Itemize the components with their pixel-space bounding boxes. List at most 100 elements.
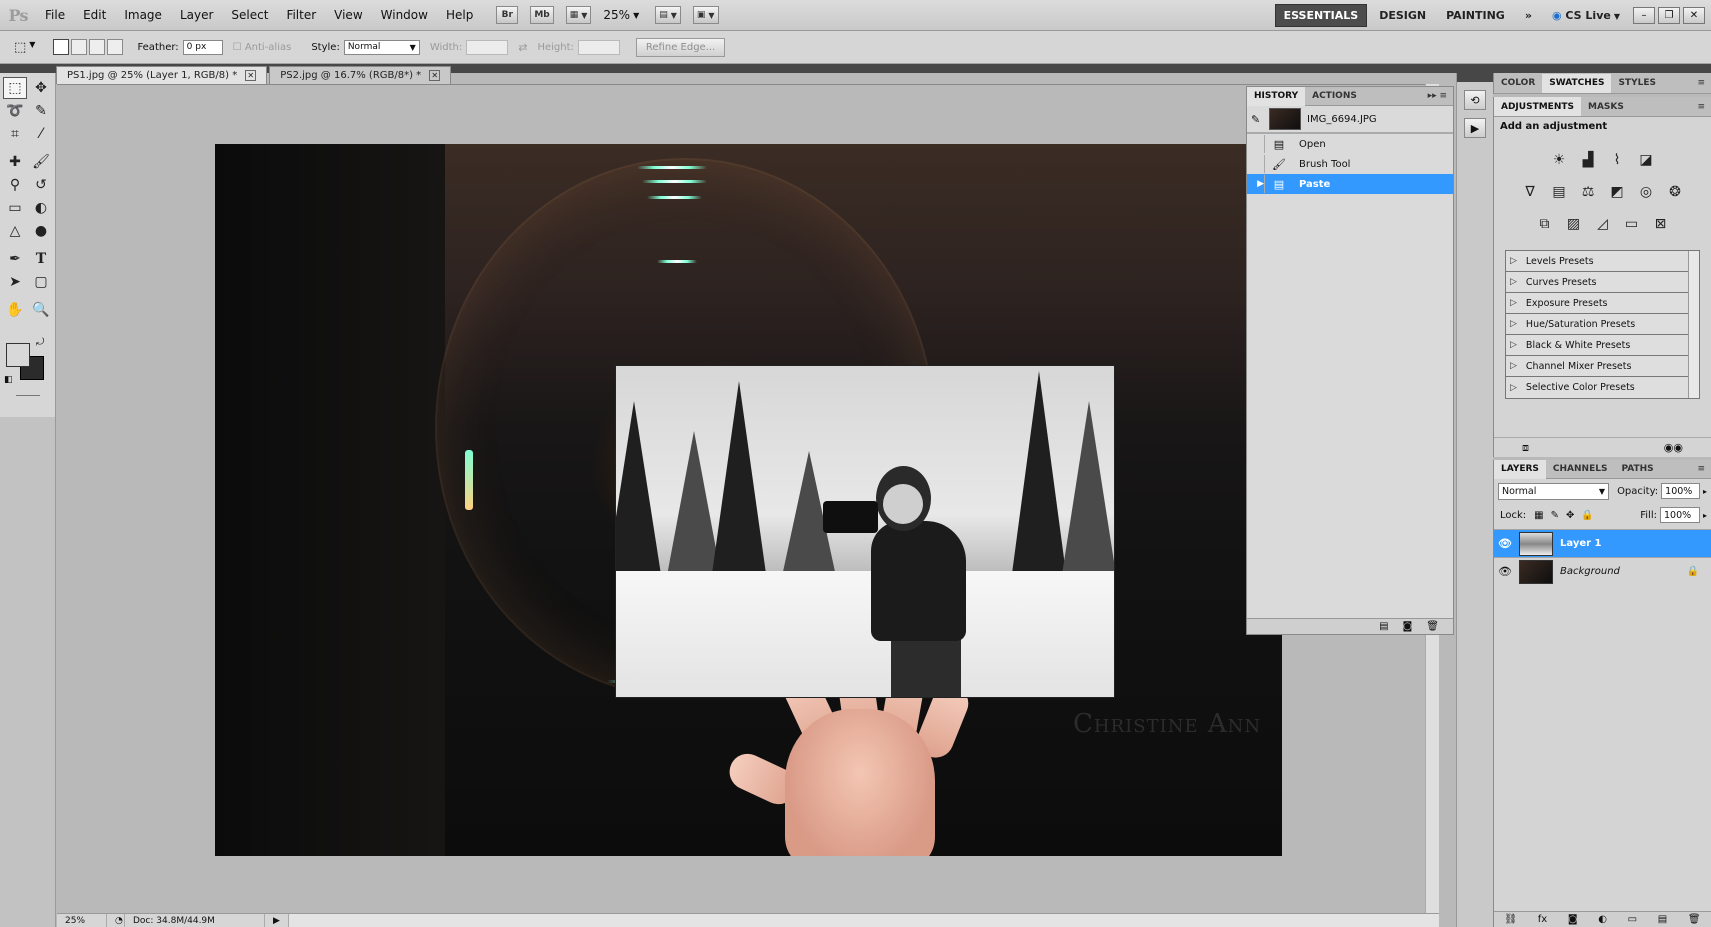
posterize-icon[interactable]: ▨: [1563, 214, 1585, 234]
threshold-icon[interactable]: ◿: [1592, 214, 1614, 234]
history-panel-icon[interactable]: ⟲: [1464, 90, 1486, 110]
photo-filter-icon[interactable]: ◎: [1635, 182, 1657, 202]
trash-icon[interactable]: 🗑: [1426, 621, 1439, 632]
history-brush-source-icon[interactable]: ✎: [1251, 113, 1265, 126]
swap-colors-icon[interactable]: ⤾: [36, 337, 44, 348]
history-brush-tool[interactable]: ↺: [29, 174, 53, 196]
minimize-button[interactable]: –: [1633, 7, 1655, 24]
crop-tool[interactable]: ⌗: [3, 123, 27, 145]
rectangular-marquee-tool[interactable]: ⬚: [3, 77, 27, 99]
status-menu-arrow[interactable]: ▶: [265, 914, 289, 927]
preset-exposure[interactable]: ▷ Exposure Presets: [1506, 293, 1688, 314]
menu-layer[interactable]: Layer: [171, 8, 222, 22]
height-input[interactable]: [577, 39, 620, 55]
menu-select[interactable]: Select: [222, 8, 277, 22]
hue-saturation-icon[interactable]: ▤: [1548, 182, 1570, 202]
paint-bucket-tool[interactable]: ◐: [29, 197, 53, 219]
history-source-box[interactable]: ▶: [1247, 175, 1265, 193]
brightness-contrast-icon[interactable]: ☀: [1548, 150, 1570, 170]
quick-selection-tool[interactable]: ✎: [29, 100, 53, 122]
zoom-level-select[interactable]: 25% ▼: [603, 8, 639, 22]
subtract-from-selection-button[interactable]: [89, 39, 106, 55]
path-selection-tool[interactable]: ➤: [3, 271, 27, 293]
actions-panel-icon[interactable]: ▶: [1464, 118, 1486, 138]
tab-masks[interactable]: MASKS: [1581, 97, 1631, 116]
adjustment-layer-icon[interactable]: ◐: [1598, 914, 1607, 925]
preset-selective-color[interactable]: ▷ Selective Color Presets: [1506, 377, 1688, 398]
tab-styles[interactable]: STYLES: [1611, 74, 1663, 93]
add-to-selection-button[interactable]: [71, 39, 88, 55]
workspace-design[interactable]: DESIGN: [1371, 5, 1434, 26]
launch-mini-bridge-button[interactable]: Mb: [530, 6, 554, 24]
eye-icon[interactable]: 👁: [1494, 537, 1516, 550]
panel-menu-icon[interactable]: ≡: [1697, 464, 1711, 474]
panel-menu-icon[interactable]: ▸▸ ≡: [1428, 91, 1453, 101]
workspace-essentials[interactable]: ESSENTIALS: [1274, 4, 1368, 27]
horizontal-scrollbar[interactable]: [288, 914, 1439, 927]
more-workspaces-button[interactable]: »: [1517, 5, 1540, 26]
invert-icon[interactable]: ⧉: [1534, 214, 1556, 234]
tool-preset-picker[interactable]: ⬚ ▼: [14, 40, 35, 55]
layer-item-layer-1[interactable]: 👁 Layer 1: [1494, 529, 1711, 557]
history-state-open[interactable]: ▤ Open: [1247, 134, 1453, 154]
trash-icon[interactable]: 🗑: [1688, 914, 1701, 925]
intersect-selection-button[interactable]: [107, 39, 124, 55]
close-icon[interactable]: ✕: [429, 70, 441, 81]
foreground-color-swatch[interactable]: [6, 343, 30, 367]
preset-channel-mixer[interactable]: ▷ Channel Mixer Presets: [1506, 356, 1688, 377]
levels-icon[interactable]: ▟: [1577, 150, 1599, 170]
layer-style-icon[interactable]: fx: [1538, 914, 1547, 925]
menu-edit[interactable]: Edit: [74, 8, 115, 22]
width-input[interactable]: [466, 39, 509, 55]
tab-history[interactable]: HISTORY: [1247, 86, 1306, 106]
view-extras-button[interactable]: ▦ ▼: [565, 6, 592, 24]
channel-mixer-icon[interactable]: ❂: [1664, 182, 1686, 202]
swap-width-height-icon[interactable]: ⇄: [518, 41, 527, 54]
tab-ps2[interactable]: PS2.jpg @ 16.7% (RGB/8*) * ✕: [269, 66, 452, 84]
lasso-tool[interactable]: ➰: [3, 100, 27, 122]
tab-actions[interactable]: ACTIONS: [1305, 87, 1364, 106]
restore-button[interactable]: ❐: [1658, 7, 1680, 24]
rectangle-tool[interactable]: ▢: [29, 271, 53, 293]
preset-levels[interactable]: ▷ Levels Presets: [1506, 251, 1688, 272]
new-snapshot-icon[interactable]: ◙: [1403, 621, 1413, 632]
tab-channels[interactable]: CHANNELS: [1546, 460, 1615, 479]
curves-icon[interactable]: ⌇: [1606, 150, 1628, 170]
tab-color[interactable]: COLOR: [1494, 74, 1542, 93]
type-tool[interactable]: T: [29, 248, 53, 270]
menu-view[interactable]: View: [325, 8, 371, 22]
fill-slider-arrow[interactable]: ▸: [1703, 511, 1707, 520]
black-white-icon[interactable]: ◩: [1606, 182, 1628, 202]
preset-black-white[interactable]: ▷ Black & White Presets: [1506, 335, 1688, 356]
launch-bridge-button[interactable]: Br: [496, 6, 519, 24]
menu-file[interactable]: File: [36, 8, 74, 22]
default-colors-icon[interactable]: ◧: [4, 375, 13, 385]
tab-swatches[interactable]: SWATCHES: [1542, 73, 1612, 93]
anti-alias-checkbox[interactable]: ☐ Anti-alias: [233, 42, 292, 53]
eye-icon[interactable]: 👁: [1494, 565, 1516, 578]
menu-filter[interactable]: Filter: [277, 8, 325, 22]
close-icon[interactable]: ✕: [245, 70, 257, 81]
preset-curves[interactable]: ▷ Curves Presets: [1506, 272, 1688, 293]
vibrance-icon[interactable]: ∇: [1519, 182, 1541, 202]
layer-item-background[interactable]: 👁 Background 🔒: [1494, 557, 1711, 585]
history-state-brush-tool[interactable]: 🖌 Brush Tool: [1247, 154, 1453, 174]
workspace-painting[interactable]: PAINTING: [1438, 5, 1513, 26]
pen-tool[interactable]: ✒: [3, 248, 27, 270]
brush-tool[interactable]: 🖌: [29, 151, 53, 173]
lock-all-icon[interactable]: 🔒: [1581, 510, 1593, 521]
add-mask-icon[interactable]: ◙: [1568, 914, 1578, 925]
eyedropper-tool[interactable]: ⁄: [29, 123, 53, 145]
fill-input[interactable]: 100%: [1659, 507, 1700, 523]
selective-color-icon[interactable]: ⊠: [1650, 214, 1672, 234]
document-canvas[interactable]: Christine Ann: [57, 84, 1439, 913]
menu-window[interactable]: Window: [372, 8, 437, 22]
history-source-box[interactable]: [1247, 135, 1265, 153]
spot-healing-tool[interactable]: ✚: [3, 151, 27, 173]
history-source-box[interactable]: [1247, 155, 1265, 173]
panel-menu-icon[interactable]: ≡: [1697, 102, 1711, 112]
new-selection-button[interactable]: [53, 39, 70, 55]
blend-mode-select[interactable]: Normal ▼: [1498, 482, 1610, 500]
visibility-toggle-icon[interactable]: ◉◉: [1664, 441, 1683, 454]
status-zoom[interactable]: 25%: [57, 914, 107, 927]
